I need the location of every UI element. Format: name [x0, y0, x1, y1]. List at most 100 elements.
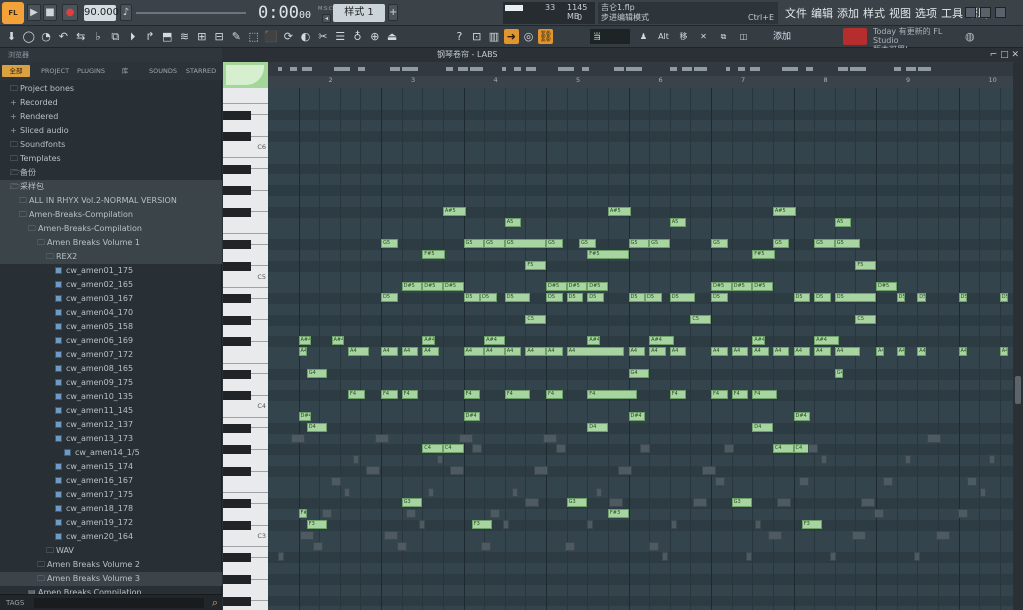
note[interactable]: G5: [649, 239, 670, 249]
screen-icon[interactable]: ⊡: [469, 29, 484, 44]
note[interactable]: G5: [546, 239, 563, 249]
note-grid[interactable]: A#5 A#5 A#5 A5 A5 A5 G5 G5 G5 G5 G5 G5 G5 G5 G5 G5 G5 G5 F…: [268, 88, 1013, 610]
browser-tab-4[interactable]: SOUNDS: [148, 65, 178, 77]
browser-item[interactable]: cw_amen12_137: [0, 418, 222, 432]
piano-keyboard[interactable]: C6 C5 C4 C3: [223, 88, 268, 610]
note[interactable]: D5: [834, 293, 876, 303]
browser-item[interactable]: 🗀 Amen Breaks Volume 1: [0, 236, 222, 250]
note[interactable]: A5: [504, 217, 522, 227]
note[interactable]: F4: [381, 390, 398, 400]
note[interactable]: G5: [711, 239, 728, 249]
note[interactable]: A#5: [442, 206, 466, 216]
browser-item[interactable]: cw_amen10_135: [0, 390, 222, 404]
note[interactable]: F4: [731, 390, 749, 400]
note[interactable]: G4: [306, 368, 328, 378]
note[interactable]: G5: [628, 239, 650, 249]
flat-icon[interactable]: ♭: [91, 29, 106, 44]
note[interactable]: D#5: [711, 282, 732, 292]
note[interactable]: F4: [711, 390, 728, 400]
note[interactable]: A4: [348, 347, 369, 357]
snap-selector[interactable]: 当: [590, 29, 630, 44]
browser-item[interactable]: cw_amen20_164: [0, 530, 222, 544]
note[interactable]: A4: [834, 347, 860, 357]
black-key[interactable]: [223, 240, 251, 250]
note[interactable]: F4: [401, 390, 419, 400]
note[interactable]: D5: [504, 293, 530, 303]
note[interactable]: D5: [669, 293, 695, 303]
note[interactable]: D5: [711, 293, 728, 303]
note[interactable]: D5: [628, 293, 645, 303]
note[interactable]: D5: [566, 293, 584, 303]
black-key[interactable]: [223, 164, 251, 174]
note[interactable]: D#5: [587, 282, 608, 292]
browser-tab-1[interactable]: PROJECT: [38, 65, 72, 77]
link-icon[interactable]: ⇆: [73, 29, 88, 44]
browser-item[interactable]: 🗀 Soundfonts: [0, 138, 222, 152]
browser-item[interactable]: cw_amen01_175: [0, 264, 222, 278]
menu-item-6[interactable]: 工具: [941, 7, 963, 20]
note[interactable]: D5: [587, 293, 604, 303]
black-key[interactable]: [223, 499, 251, 509]
note[interactable]: F#5: [587, 250, 629, 259]
note[interactable]: F4: [752, 390, 777, 400]
arrow-icon[interactable]: ➜: [503, 29, 519, 44]
note[interactable]: F4: [669, 390, 687, 400]
browser-tab-3[interactable]: 库: [118, 65, 132, 77]
chain-icon[interactable]: ⛓: [538, 29, 554, 44]
browser-item[interactable]: 🗀 Templates: [0, 152, 222, 166]
note[interactable]: F3: [306, 520, 328, 529]
note[interactable]: F4: [504, 390, 530, 400]
note[interactable]: G5: [484, 239, 505, 249]
browser-item[interactable]: + Recorded: [0, 96, 222, 110]
note[interactable]: C5: [525, 314, 546, 324]
save-icon[interactable]: ⬒: [160, 29, 175, 44]
note[interactable]: D4: [587, 422, 608, 432]
note[interactable]: C5: [855, 314, 876, 324]
wave-icon[interactable]: ≋: [177, 29, 192, 44]
black-key[interactable]: [223, 337, 251, 347]
browser-item[interactable]: 🗀 Amen-Breaks-Compilation: [0, 208, 222, 222]
maximize-icon[interactable]: [980, 7, 991, 18]
browser-item[interactable]: cw_amen11_145: [0, 404, 222, 418]
black-key[interactable]: [223, 261, 251, 271]
note[interactable]: D#5: [752, 282, 773, 292]
note[interactable]: G3: [566, 498, 588, 508]
globe-icon[interactable]: ◍: [965, 30, 975, 43]
browser-item[interactable]: 🗀 Amen Breaks Volume 2: [0, 558, 222, 572]
delete-icon[interactable]: ✕: [696, 29, 711, 44]
note[interactable]: A4: [669, 347, 687, 357]
note[interactable]: F3: [471, 520, 493, 529]
browser-tab-2[interactable]: PLUGINS: [76, 65, 106, 77]
clone-icon[interactable]: ⧉: [716, 29, 731, 44]
black-key[interactable]: [223, 423, 251, 433]
note[interactable]: D5: [381, 293, 398, 303]
note[interactable]: A4: [422, 347, 439, 357]
note[interactable]: A4: [463, 347, 485, 357]
browser-item[interactable]: + Rendered: [0, 110, 222, 124]
note[interactable]: A#4: [331, 336, 344, 346]
note[interactable]: D#5: [442, 282, 464, 292]
note[interactable]: G5: [772, 239, 790, 249]
browser-item[interactable]: 🗀 WAV: [0, 544, 222, 558]
note[interactable]: A5: [834, 217, 852, 227]
cut-icon[interactable]: ✂: [315, 29, 330, 44]
piano-icon[interactable]: ♟: [636, 29, 651, 44]
knob-icon[interactable]: ◯: [21, 29, 36, 44]
black-key[interactable]: [223, 110, 251, 120]
note[interactable]: D#5: [401, 282, 423, 292]
note[interactable]: D5: [645, 293, 662, 303]
browser-item[interactable]: cw_amen15_174: [0, 460, 222, 474]
browser-item[interactable]: 🗀 Project bones: [0, 82, 222, 96]
browser-item[interactable]: cw_amen02_165: [0, 278, 222, 292]
note[interactable]: A4: [381, 347, 398, 357]
note[interactable]: C4: [422, 444, 443, 454]
note[interactable]: G5: [579, 239, 596, 249]
note[interactable]: D5: [896, 293, 905, 303]
black-key[interactable]: [223, 575, 251, 584]
browser-item[interactable]: cw_amen18_178: [0, 502, 222, 516]
help-icon[interactable]: ?: [452, 29, 467, 44]
note[interactable]: D#4: [628, 412, 645, 421]
target-icon[interactable]: ◎: [521, 29, 536, 44]
note[interactable]: G3: [401, 498, 423, 508]
note[interactable]: A#4: [814, 336, 839, 346]
